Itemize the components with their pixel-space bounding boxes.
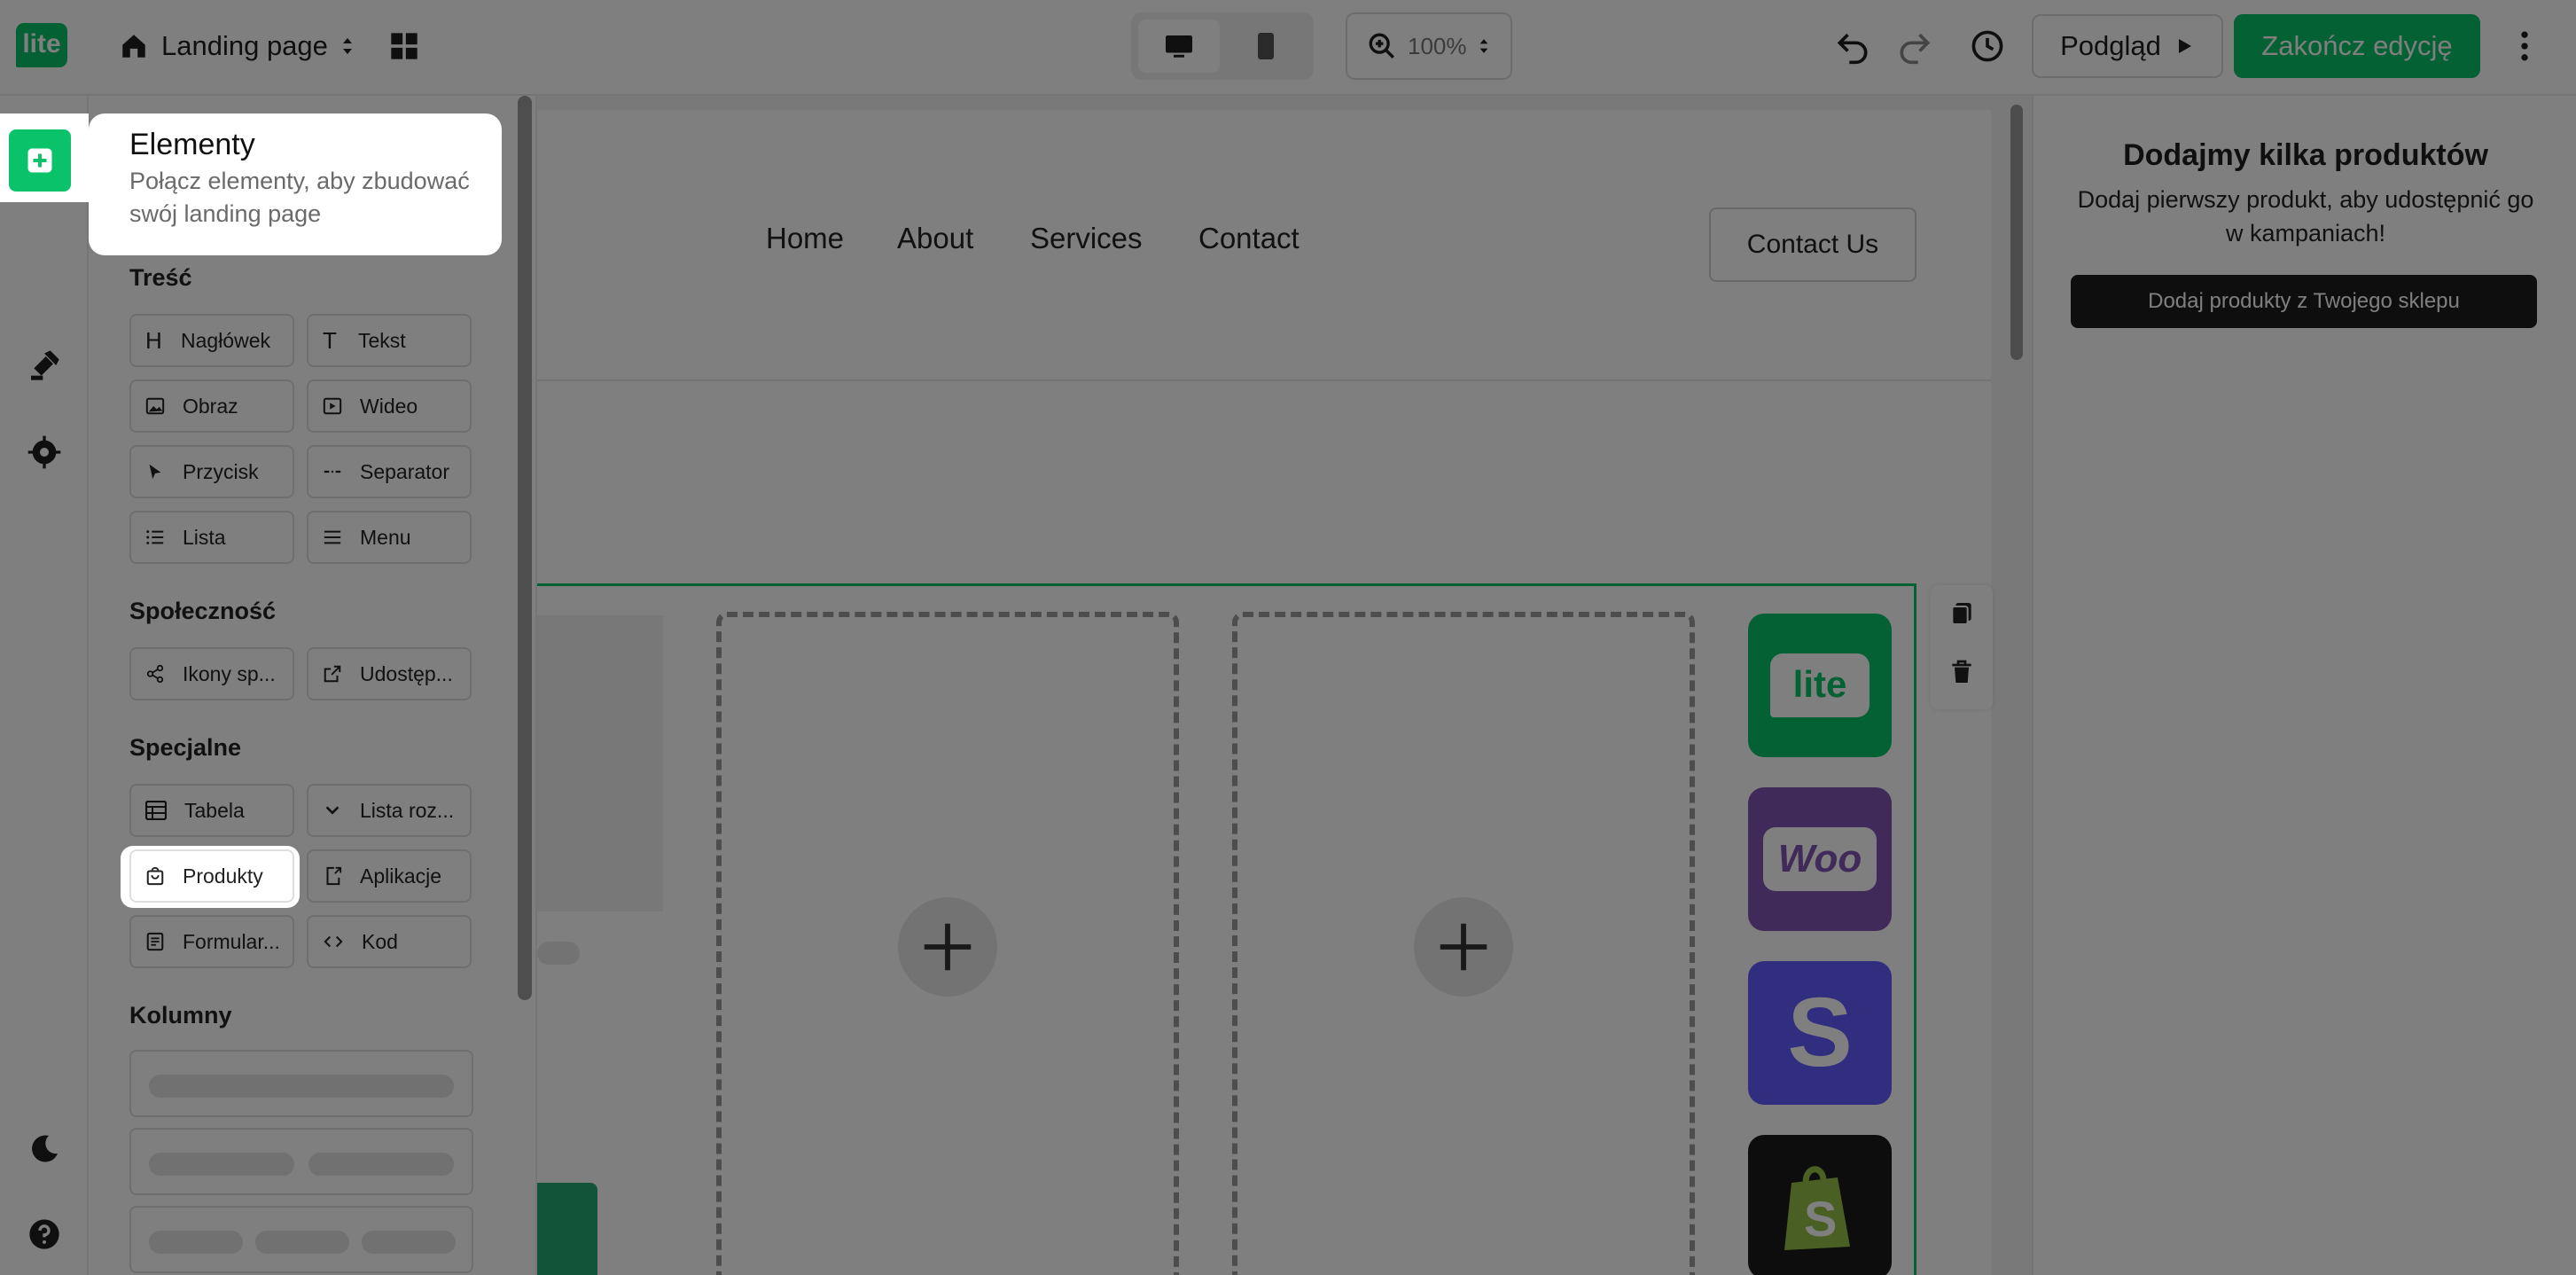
shopping-bag-icon	[146, 866, 164, 886]
element-label: Produkty	[183, 864, 263, 888]
tooltip-description: Połącz elementy, aby zbudować swój landi…	[129, 168, 470, 227]
rail-add-element-button[interactable]	[9, 129, 71, 192]
element-products-highlighted[interactable]: Produkty	[129, 849, 294, 903]
tooltip-title: Elementy	[129, 128, 255, 161]
add-element-icon	[27, 148, 52, 173]
